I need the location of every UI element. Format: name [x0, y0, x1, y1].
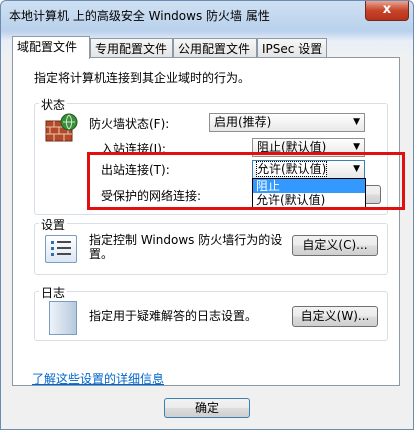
firewall-brick-icon: [45, 113, 79, 145]
tab-private-profile[interactable]: 专用配置文件: [90, 38, 173, 58]
settings-group-title: 设置: [39, 216, 68, 233]
firewall-state-label: 防火墙状态(F):: [89, 117, 170, 131]
settings-description: 指定控制 Windows 防火墙行为的设置。: [89, 233, 283, 261]
close-icon: x: [382, 2, 392, 17]
customize-settings-button[interactable]: 自定义(C)...: [292, 235, 378, 256]
tab-public-profile[interactable]: 公用配置文件: [173, 38, 257, 58]
firewall-state-select[interactable]: 启用(推荐) ▼: [209, 113, 365, 132]
logging-group-title: 日志: [39, 284, 68, 301]
tab-domain-profile[interactable]: 域配置文件: [12, 36, 90, 59]
ok-button[interactable]: 确定: [164, 398, 250, 418]
settings-list-icon: [45, 235, 77, 263]
highlight-callout-box: [87, 152, 405, 210]
tab-ipsec-settings[interactable]: IPSec 设置: [257, 38, 327, 58]
learn-more-link[interactable]: 了解这些设置的详细信息: [32, 370, 164, 387]
customize-logging-button[interactable]: 自定义(W)...: [292, 306, 378, 327]
properties-dialog: 本地计算机 上的高级安全 Windows 防火墙 属性 x 域配置文件 专用配置…: [0, 0, 414, 430]
state-group-title: 状态: [39, 96, 68, 113]
log-document-icon: [49, 301, 77, 335]
window-title: 本地计算机 上的高级安全 Windows 防火墙 属性: [9, 9, 270, 23]
firewall-state-value: 启用(推荐): [214, 115, 272, 129]
close-button[interactable]: x: [365, 1, 409, 21]
profile-description: 指定将计算机连接到其企业域时的行为。: [34, 71, 251, 85]
chevron-down-icon: ▼: [353, 117, 360, 127]
logging-description: 指定用于疑难解答的日志设置。: [89, 309, 258, 323]
